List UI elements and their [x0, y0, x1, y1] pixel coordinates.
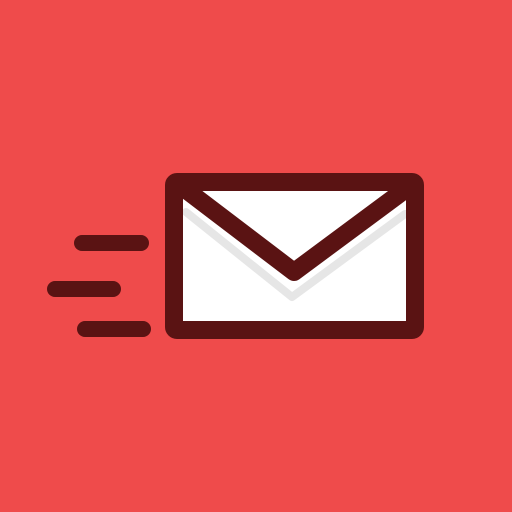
sending-mail-icon: [0, 0, 512, 512]
icon-canvas: [0, 0, 512, 512]
envelope-icon: [165, 173, 424, 339]
